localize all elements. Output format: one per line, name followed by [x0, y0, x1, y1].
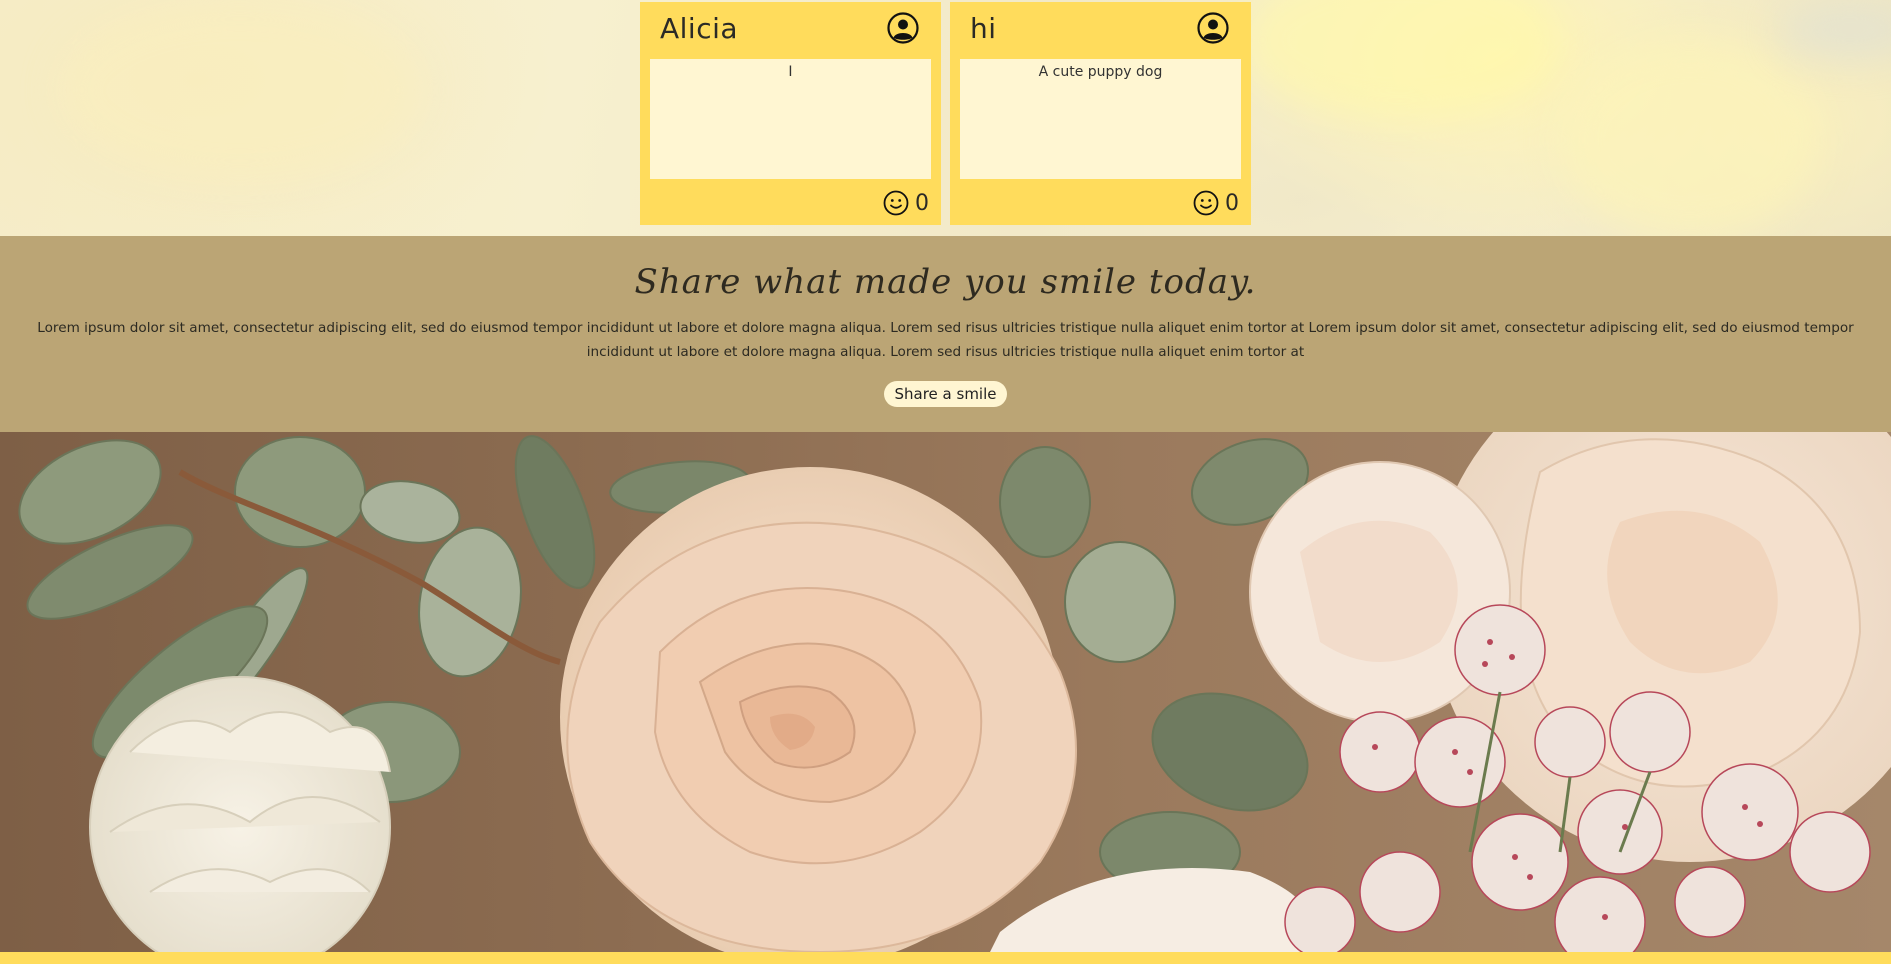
- section-description: Lorem ipsum dolor sit amet, consectetur …: [37, 320, 1854, 360]
- card-message: A cute puppy dog: [960, 59, 1241, 179]
- smiley-face-icon[interactable]: [883, 190, 909, 216]
- section-title: Share what made you smile today.: [634, 262, 1257, 302]
- smile-card: Alicia I 0: [640, 2, 941, 225]
- smile-counter: 0: [883, 189, 929, 217]
- flowers-illustration: [18, 432, 1891, 952]
- card-author-name: hi: [970, 12, 997, 45]
- card-message: I: [650, 59, 931, 179]
- share-a-smile-button[interactable]: Share a smile: [884, 381, 1007, 407]
- smile-count: 0: [915, 190, 929, 216]
- card-author-name: Alicia: [660, 12, 739, 45]
- smile-card: hi A cute puppy dog 0: [950, 2, 1251, 225]
- background-fabric-image: Alicia I 0 hi A cute puppy dog 0: [0, 0, 1891, 240]
- floral-photo: [0, 432, 1891, 952]
- user-circle-icon: [1197, 12, 1229, 44]
- share-section: Share what made you smile today. Lorem i…: [0, 236, 1891, 432]
- smiley-face-icon[interactable]: [1193, 190, 1219, 216]
- user-circle-icon: [887, 12, 919, 44]
- smile-counter: 0: [1193, 189, 1239, 217]
- smile-count: 0: [1225, 190, 1239, 216]
- footer-bar: [0, 952, 1891, 964]
